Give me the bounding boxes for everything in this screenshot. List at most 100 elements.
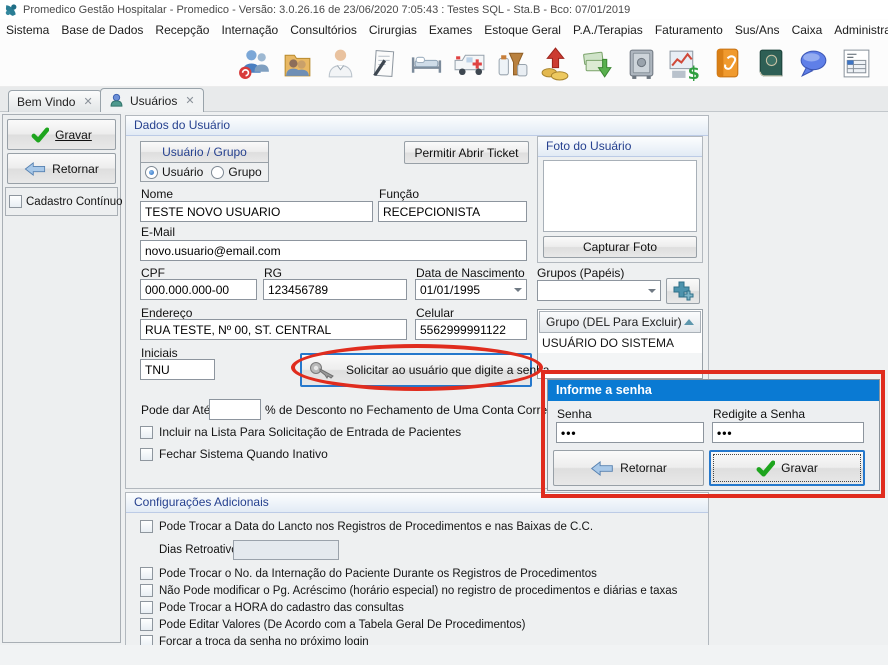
- desconto-input[interactable]: [209, 399, 261, 420]
- capturar-foto-button[interactable]: Capturar Foto: [543, 236, 697, 258]
- arrow-left-icon: [590, 461, 614, 476]
- endereco-label: Endereço: [141, 306, 192, 320]
- retornar-button[interactable]: Retornar: [7, 153, 116, 184]
- doctor-icon[interactable]: [323, 46, 358, 81]
- menu-exames[interactable]: Exames: [423, 23, 478, 37]
- dialog-retornar-label: Retornar: [620, 461, 667, 475]
- patients-folder-icon[interactable]: [280, 46, 315, 81]
- radio-grupo-circle[interactable]: [211, 166, 224, 179]
- checkbox-box[interactable]: [140, 618, 153, 631]
- window-titlebar: Promedico Gestão Hospitalar - Promedico …: [0, 0, 888, 19]
- checkbox-editar-valores[interactable]: Pode Editar Valores (De Acordo com a Tab…: [140, 618, 525, 631]
- checkbox-box[interactable]: [140, 601, 153, 614]
- cadastro-continuo-row[interactable]: Cadastro Contínuo: [5, 187, 118, 216]
- checkbox-box[interactable]: [140, 426, 153, 439]
- add-grupo-button[interactable]: [666, 278, 700, 304]
- dropdown-arrow-icon[interactable]: [514, 288, 522, 292]
- menu-internacao[interactable]: Internação: [215, 23, 284, 37]
- foto-usuario-groupbox: Foto do Usuário Capturar Foto: [537, 136, 703, 263]
- finance-chart-icon[interactable]: $: [667, 46, 702, 81]
- checkbox-trocar-hora-consultas[interactable]: Pode Trocar a HORA do cadastro das consu…: [140, 601, 404, 614]
- grupos-dropdown[interactable]: [537, 280, 661, 301]
- tab-close-icon[interactable]: ✕: [83, 95, 92, 108]
- rg-label: RG: [264, 266, 282, 280]
- tab-label: Bem Vindo: [17, 95, 75, 109]
- checkbox-label: Pode Editar Valores (De Acordo com a Tab…: [159, 619, 525, 631]
- cadastro-continuo-checkbox[interactable]: [9, 195, 22, 208]
- checkbox-box[interactable]: [140, 567, 153, 580]
- menu-recepcao[interactable]: Recepção: [149, 23, 215, 37]
- ambulance-icon[interactable]: [452, 46, 487, 81]
- safe-icon[interactable]: [624, 46, 659, 81]
- menu-consultorios[interactable]: Consultórios: [284, 23, 363, 37]
- solicitar-senha-button[interactable]: Solicitar ao usuário que digite a senha: [300, 353, 532, 387]
- iniciais-label: Iniciais: [141, 346, 178, 360]
- tab-bem-vindo[interactable]: Bem Vindo ✕: [8, 90, 102, 112]
- radio-usuario-circle[interactable]: [145, 166, 158, 179]
- email-input[interactable]: [140, 240, 527, 261]
- chat-bubble-icon[interactable]: [796, 46, 831, 81]
- tab-close-icon[interactable]: ✕: [185, 94, 194, 107]
- senha-label: Senha: [557, 407, 592, 421]
- checkbox-fechar-inativo[interactable]: Fechar Sistema Quando Inativo: [140, 447, 328, 461]
- rg-input[interactable]: [263, 279, 407, 300]
- checkbox-box[interactable]: [140, 584, 153, 597]
- checkbox-trocar-no-internacao[interactable]: Pode Trocar o No. da Internação do Pacie…: [140, 567, 597, 580]
- endereco-input[interactable]: [140, 319, 407, 340]
- users-sync-icon[interactable]: [237, 46, 272, 81]
- dialog-retornar-button[interactable]: Retornar: [553, 450, 704, 486]
- iniciais-input[interactable]: [140, 359, 215, 380]
- grupo-list-item[interactable]: USUÁRIO DO SISTEMA: [538, 334, 702, 353]
- menu-caixa[interactable]: Caixa: [786, 23, 829, 37]
- permitir-abrir-ticket-button[interactable]: Permitir Abrir Ticket: [404, 141, 529, 164]
- tab-bar: Bem Vindo ✕ Usuários ✕: [0, 87, 888, 112]
- redigite-senha-input[interactable]: [712, 422, 864, 443]
- menu-administracao[interactable]: Administra: [828, 23, 888, 37]
- checkbox-nao-modificar-acrescimo[interactable]: Não Pode modificar o Pg. Acréscimo (horá…: [140, 584, 677, 597]
- cadastro-continuo-label: Cadastro Contínuo: [26, 196, 123, 208]
- menu-sistema[interactable]: Sistema: [0, 23, 55, 37]
- menu-faturamento[interactable]: Faturamento: [649, 23, 729, 37]
- checkbox-incluir-lista[interactable]: Incluir na Lista Para Solicitação de Ent…: [140, 425, 461, 439]
- senha-input[interactable]: [556, 422, 704, 443]
- cost-up-icon[interactable]: [538, 46, 573, 81]
- menu-pa-terapias[interactable]: P.A./Terapias: [567, 23, 649, 37]
- sort-asc-icon: [684, 319, 694, 325]
- celular-input[interactable]: [415, 319, 527, 340]
- hospital-bed-icon[interactable]: [409, 46, 444, 81]
- radio-grupo[interactable]: Grupo: [211, 165, 261, 179]
- gravar-button[interactable]: Gravar: [7, 119, 116, 150]
- report-grid-icon[interactable]: [839, 46, 874, 81]
- grupo-list-header[interactable]: Grupo (DEL Para Excluir): [539, 311, 701, 333]
- nascimento-label: Data de Nascimento: [416, 266, 525, 280]
- tab-label: Usuários: [130, 94, 177, 108]
- money-down-icon[interactable]: [581, 46, 616, 81]
- sidebar: Gravar Retornar Cadastro Contínuo: [2, 114, 121, 643]
- prescription-icon[interactable]: [366, 46, 401, 81]
- funcao-input[interactable]: [378, 201, 527, 222]
- cpf-input[interactable]: [140, 279, 257, 300]
- menu-sus-ans[interactable]: Sus/Ans: [729, 23, 786, 37]
- tipo-usuario-grupo-box: Usuário / Grupo Usuário Grupo: [140, 141, 269, 182]
- checkbox-trocar-data-lancto[interactable]: Pode Trocar a Data do Lancto nos Registr…: [140, 520, 593, 533]
- phonebook-icon[interactable]: [710, 46, 745, 81]
- dropdown-arrow-icon[interactable]: [648, 289, 656, 293]
- desconto-suffix-label: % de Desconto no Fechamento de Uma Conta…: [265, 403, 564, 417]
- menu-cirurgias[interactable]: Cirurgias: [363, 23, 423, 37]
- app-window: { "window": { "title": "Promedico Gestão…: [0, 0, 888, 665]
- nascimento-datepicker[interactable]: 01/01/1995: [415, 279, 527, 300]
- menu-estoque-geral[interactable]: Estoque Geral: [478, 23, 567, 37]
- dialog-gravar-button[interactable]: Gravar: [709, 450, 865, 486]
- radio-usuario[interactable]: Usuário: [145, 165, 203, 179]
- menu-base-de-dados[interactable]: Base de Dados: [55, 23, 149, 37]
- nascimento-value: 01/01/1995: [420, 283, 480, 297]
- nome-input[interactable]: [140, 201, 373, 222]
- grupo-list-header-label: Grupo (DEL Para Excluir): [546, 315, 682, 329]
- tab-usuarios[interactable]: Usuários ✕: [100, 88, 204, 112]
- cpf-label: CPF: [141, 266, 165, 280]
- checkbox-box[interactable]: [140, 520, 153, 533]
- checkbox-box[interactable]: [140, 448, 153, 461]
- key-icon: [308, 361, 336, 379]
- ledger-book-icon[interactable]: [753, 46, 788, 81]
- pharmacy-icon[interactable]: [495, 46, 530, 81]
